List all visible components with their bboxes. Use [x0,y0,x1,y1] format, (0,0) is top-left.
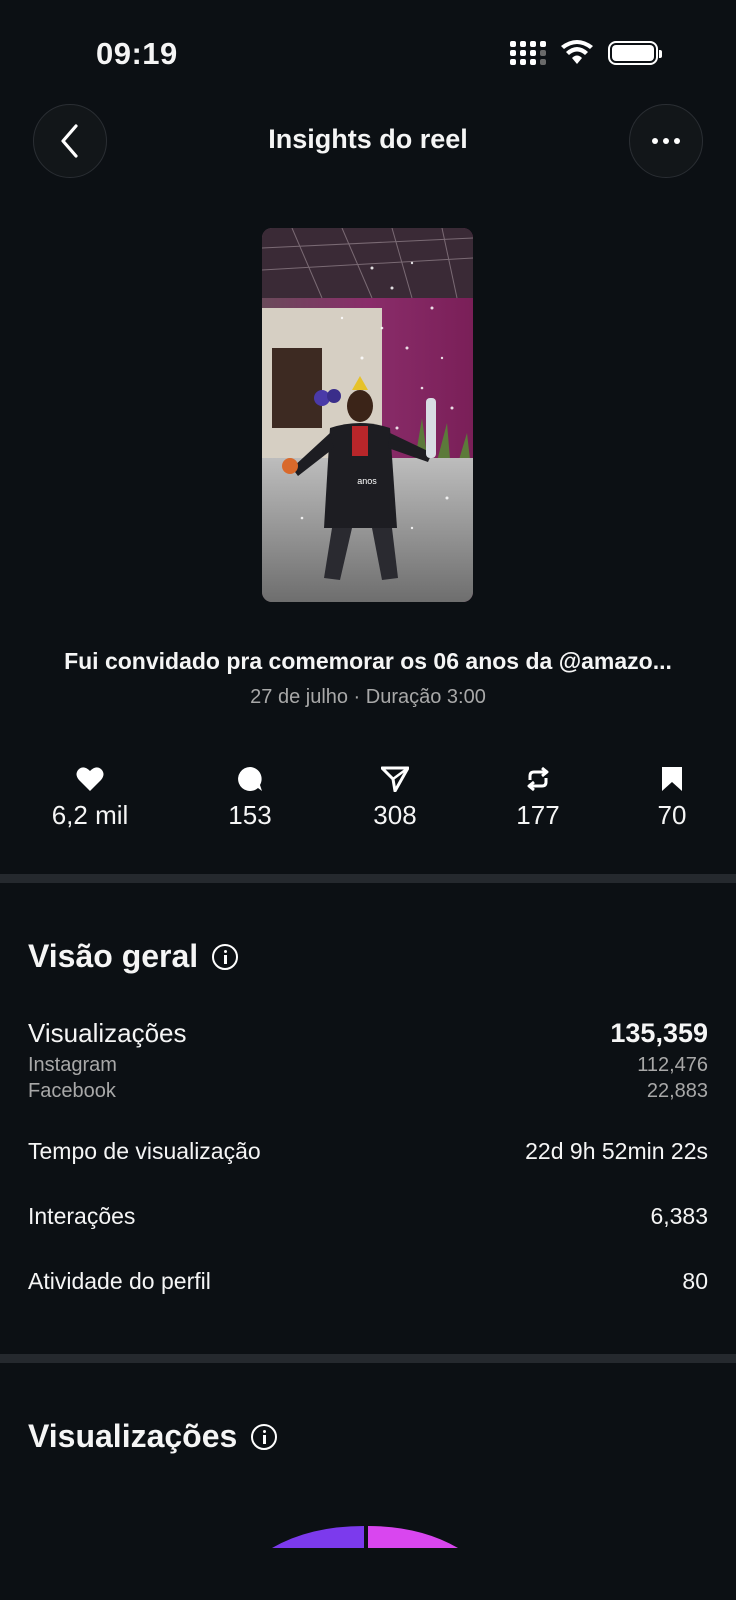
donut-segment-instagram [272,1526,364,1548]
profile-activity-value: 80 [682,1268,708,1294]
status-icons [510,40,662,66]
engagement-stats: 6,2 mil 153 308 177 70 [0,764,736,834]
profile-activity-label: Atividade do perfil [28,1268,211,1294]
signal-icon [510,41,546,65]
reposts-stat: 177 [478,764,598,831]
ellipsis-icon [652,138,680,144]
comments-stat: 153 [190,764,310,831]
overview-title-text: Visão geral [28,938,199,974]
reel-thumbnail-image: anos [262,228,473,602]
reel-caption: Fui convidado pra comemorar os 06 anos d… [64,648,672,674]
repost-icon [527,766,549,792]
comment-icon [238,767,262,791]
page-title: Insights do reel [268,124,468,154]
reel-meta: 27 de julho · Duração 3:00 [250,686,486,708]
likes-count: 6,2 mil [51,800,129,830]
bookmark-icon [662,767,682,791]
info-icon[interactable] [212,943,239,970]
instagram-label: Instagram [28,1054,117,1076]
views-section-title: Visualizações [28,1418,278,1455]
views-donut-chart [270,1518,460,1548]
profile-activity-row[interactable]: Atividade do perfil 80 [28,1268,708,1295]
battery-icon [608,41,662,65]
reposts-count: 177 [516,800,560,830]
status-bar: 09:19 [0,0,736,100]
info-icon[interactable] [251,1423,278,1450]
views-row: Visualizações 135,359 [28,1018,708,1049]
status-time: 09:19 [96,36,178,71]
comments-count: 153 [228,800,272,830]
more-options-button[interactable] [629,104,703,178]
facebook-row: Facebook 22,883 [28,1080,708,1103]
shares-stat: 308 [335,764,455,831]
overview-title: Visão geral [28,938,239,975]
interactions-row[interactable]: Interações 6,383 [28,1203,708,1230]
wifi-icon [561,40,593,64]
shares-count: 308 [373,800,417,830]
interactions-label: Interações [28,1203,136,1229]
facebook-value: 22,883 [646,1080,708,1102]
donut-segment-facebook [368,1526,458,1548]
saves-count: 70 [657,800,687,830]
send-icon [381,766,409,792]
likes-stat: 6,2 mil [30,764,150,831]
views-section-title-text: Visualizações [28,1418,238,1454]
instagram-row: Instagram 112,476 [28,1054,708,1077]
interactions-value: 6,383 [650,1203,708,1229]
watch-time-label: Tempo de visualização [28,1138,261,1164]
watch-time-value: 22d 9h 52min 22s [525,1138,708,1164]
heart-icon [76,767,104,791]
instagram-value: 112,476 [637,1054,708,1076]
section-divider [0,1354,736,1363]
saves-stat: 70 [612,764,732,831]
views-label: Visualizações [28,1018,187,1048]
thumbnail-overlay-text: anos [357,476,377,486]
views-value: 135,359 [610,1018,708,1048]
facebook-label: Facebook [28,1080,116,1102]
watch-time-row: Tempo de visualização 22d 9h 52min 22s [28,1138,708,1165]
section-divider [0,874,736,883]
reel-thumbnail[interactable]: anos [262,228,473,602]
